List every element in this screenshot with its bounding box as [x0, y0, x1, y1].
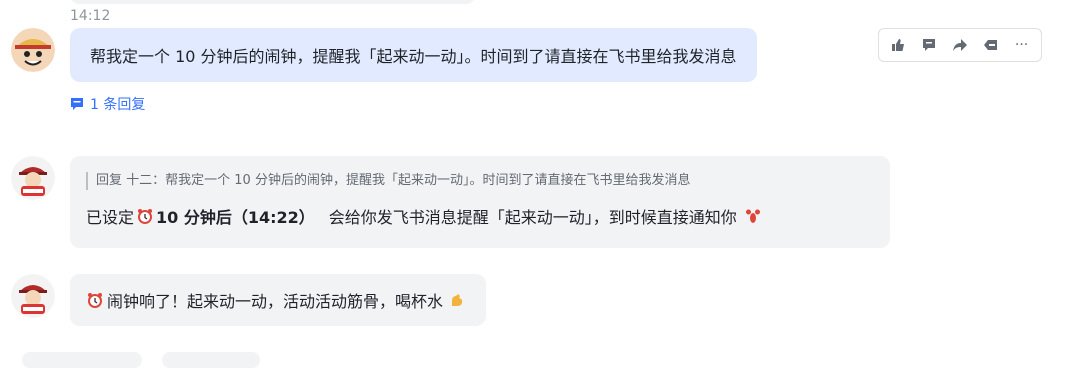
thread-reply-count: 1 条回复 — [90, 97, 146, 113]
bot-reply-bubble[interactable]: 回复 十二：帮我定一个 10 分钟后的闹钟，提醒我「起来动一动」。时间到了请直接… — [70, 156, 890, 248]
previous-message-bubble-edge — [70, 0, 475, 4]
bot-avatar[interactable] — [11, 156, 55, 200]
quoted-reply[interactable]: 回复 十二：帮我定一个 10 分钟后的闹钟，提醒我「起来动一动」。时间到了请直接… — [86, 172, 872, 190]
bottom-element-edge — [22, 352, 142, 368]
bottom-element-edge — [162, 352, 260, 368]
bot-avatar[interactable] — [11, 274, 55, 318]
alarm-clock-icon — [137, 208, 153, 224]
comment-icon[interactable] — [915, 32, 943, 58]
bot-reply-body: 已设定 10 分钟后（14:22） 会给你发飞书消息提醒「起来动一动」，到时候直… — [86, 204, 872, 228]
lobster-icon — [745, 208, 761, 224]
alarm-clock-icon — [87, 292, 103, 308]
reply-icon[interactable] — [977, 32, 1005, 58]
flexed-biceps-icon — [449, 292, 465, 308]
bot-reply-prefix: 已设定 — [86, 208, 135, 227]
thread-icon — [71, 98, 83, 110]
more-icon[interactable]: ··· — [1008, 32, 1036, 58]
alarm-message-text: 闹钟响了！起来动一动，活动活动筋骨，喝杯水 — [107, 292, 444, 311]
thumbs-up-icon[interactable] — [884, 32, 912, 58]
user-avatar[interactable] — [11, 28, 55, 72]
message-timestamp: 14:12 — [70, 8, 111, 24]
user-message-bubble[interactable]: 帮我定一个 10 分钟后的闹钟，提醒我「起来动一动」。时间到了请直接在飞书里给我… — [70, 28, 757, 82]
bot-reply-suffix: 会给你发飞书消息提醒「起来动一动」，到时候直接通知你 — [328, 208, 737, 227]
forward-icon[interactable] — [946, 32, 974, 58]
thread-reply-link[interactable]: 1 条回复 — [70, 94, 145, 114]
alarm-message-bubble[interactable]: 闹钟响了！起来动一动，活动活动筋骨，喝杯水 — [70, 274, 487, 326]
message-action-toolbar: ··· — [878, 28, 1042, 62]
reminder-time: 10 分钟后（14:22） — [156, 208, 315, 227]
user-message-text: 帮我定一个 10 分钟后的闹钟，提醒我「起来动一动」。时间到了请直接在飞书里给我… — [90, 47, 737, 66]
